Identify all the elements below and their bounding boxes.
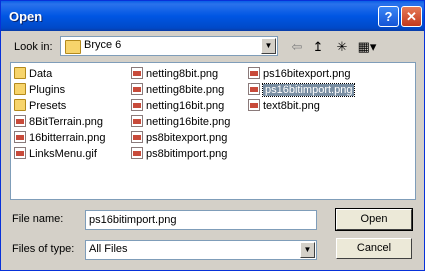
- folder-icon: [14, 67, 26, 79]
- list-item[interactable]: text8bit.png: [248, 98, 320, 114]
- chevron-down-icon[interactable]: ▼: [261, 38, 276, 54]
- image-file-icon: [248, 83, 260, 95]
- image-file-icon: [131, 147, 143, 159]
- list-item[interactable]: ps8bitexport.png: [131, 130, 227, 146]
- views-menu-icon[interactable]: ▦▾: [354, 38, 380, 56]
- list-item[interactable]: LinksMenu.gif: [14, 146, 97, 162]
- files-of-type-value: All Files: [89, 243, 128, 255]
- file-list[interactable]: Data Plugins Presets 8BitTerrain.png 16b…: [10, 62, 416, 200]
- open-button[interactable]: Open: [335, 208, 413, 231]
- folder-icon: [14, 83, 26, 95]
- dialog-title: Open: [9, 9, 43, 24]
- list-item-selected[interactable]: ps16bitimport.png: [248, 82, 356, 98]
- image-file-icon: [131, 99, 143, 111]
- image-file-icon: [131, 115, 143, 127]
- image-file-icon: [248, 99, 260, 111]
- list-item[interactable]: netting16bite.png: [131, 114, 230, 130]
- file-name-input[interactable]: ps16bitimport.png: [85, 210, 317, 230]
- new-folder-icon[interactable]: ✳: [331, 38, 353, 56]
- image-file-icon: [14, 147, 26, 159]
- title-bar[interactable]: Open ? ✕: [1, 1, 424, 31]
- image-file-icon: [131, 67, 143, 79]
- list-item[interactable]: ps16bitexport.png: [248, 66, 350, 82]
- chevron-down-icon[interactable]: ▼: [300, 242, 315, 258]
- file-name-label: File name:: [12, 213, 64, 225]
- folder-icon: [65, 40, 81, 54]
- close-button[interactable]: ✕: [401, 6, 422, 27]
- look-in-combo[interactable]: Bryce 6 ▼: [60, 36, 278, 56]
- help-button[interactable]: ?: [378, 6, 399, 27]
- list-item[interactable]: netting16bit.png: [131, 98, 224, 114]
- files-of-type-select[interactable]: All Files ▼: [85, 240, 317, 260]
- image-file-icon: [14, 131, 26, 143]
- list-item[interactable]: Plugins: [14, 82, 65, 98]
- list-item[interactable]: ps8bitimport.png: [131, 146, 227, 162]
- image-file-icon: [131, 131, 143, 143]
- list-item[interactable]: Data: [14, 66, 52, 82]
- image-file-icon: [131, 83, 143, 95]
- list-item[interactable]: 8BitTerrain.png: [14, 114, 103, 130]
- look-in-value: Bryce 6: [84, 39, 122, 51]
- files-of-type-label: Files of type:: [12, 243, 75, 255]
- up-folder-icon[interactable]: ↥: [307, 38, 329, 56]
- image-file-icon: [248, 67, 260, 79]
- back-icon[interactable]: ⇦: [286, 38, 308, 56]
- cancel-button[interactable]: Cancel: [336, 238, 412, 259]
- look-in-label: Look in:: [14, 41, 53, 53]
- list-item[interactable]: Presets: [14, 98, 66, 114]
- list-item[interactable]: netting8bite.png: [131, 82, 224, 98]
- list-item[interactable]: 16bitterrain.png: [14, 130, 105, 146]
- list-item[interactable]: netting8bit.png: [131, 66, 218, 82]
- open-dialog: Open ? ✕ Look in: Bryce 6 ▼ ⇦ ↥ ✳ ▦▾ Dat…: [0, 0, 425, 271]
- folder-icon: [14, 99, 26, 111]
- image-file-icon: [14, 115, 26, 127]
